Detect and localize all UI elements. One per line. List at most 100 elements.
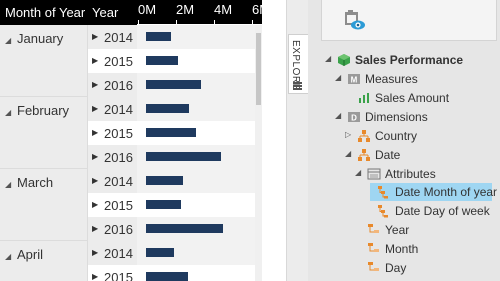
year-label: 2015: [104, 54, 133, 69]
sales-bar[interactable]: [146, 32, 171, 41]
axis-tick: [176, 20, 177, 24]
expand-triangle-icon[interactable]: ▶: [92, 272, 98, 281]
bar-axis: 0M 2M 4M 6M: [137, 0, 262, 25]
year-column-header[interactable]: Year: [92, 5, 118, 20]
tree-item-label: Year: [385, 223, 410, 237]
expand-triangle-icon[interactable]: ▶: [92, 56, 98, 65]
year-label: 2015: [104, 198, 133, 213]
bar-cell: [137, 241, 262, 265]
sales-bar[interactable]: [146, 128, 196, 137]
collapse-triangle-icon[interactable]: ◢: [5, 180, 11, 189]
sales-bar[interactable]: [146, 104, 189, 113]
sales-bar[interactable]: [146, 152, 221, 161]
axis-tick: [252, 20, 253, 24]
expand-triangle-icon[interactable]: ▶: [92, 224, 98, 233]
bar-cell: [137, 193, 262, 217]
hierarchy-icon: [357, 129, 371, 143]
year-row-header[interactable]: ▶ 2014: [87, 169, 137, 193]
hierarchy-icon: [357, 148, 371, 162]
bar-cell: [137, 25, 262, 49]
tree-item-label: Day: [385, 261, 407, 275]
year-row-header[interactable]: ▶ 2014: [87, 241, 137, 265]
expand-triangle-icon[interactable]: ▶: [92, 200, 98, 209]
year-label: 2014: [104, 102, 133, 117]
dimensions-folder-icon: D: [347, 110, 361, 124]
year-label: 2016: [104, 150, 133, 165]
axis-tick: [214, 20, 215, 24]
collapse-triangle-icon[interactable]: ◢: [5, 36, 11, 45]
tree-item-label: Date Month of year: [395, 185, 498, 199]
bar-cell: [137, 169, 262, 193]
tree-item-label: Sales Amount: [375, 91, 450, 105]
level-icon: [367, 261, 381, 275]
level-icon: [367, 223, 381, 237]
collapse-triangle-icon[interactable]: ◢: [5, 252, 11, 261]
month-row-header[interactable]: ◢ February: [0, 97, 87, 169]
sales-bar[interactable]: [146, 272, 188, 281]
year-row: ▶ 2015: [87, 193, 262, 217]
grip-icon: [293, 82, 302, 90]
collapse-triangle-icon[interactable]: ◢: [335, 73, 341, 82]
year-row-header[interactable]: ▶ 2015: [87, 121, 137, 145]
measure-icon: [357, 91, 371, 105]
visualization-drop-zone[interactable]: [321, 0, 497, 41]
axis-tick-label: 0M: [138, 2, 157, 17]
year-row-header[interactable]: ▶ 2014: [87, 97, 137, 121]
month-of-year-column-header[interactable]: Month of Year: [5, 5, 85, 20]
sales-bar[interactable]: [146, 200, 181, 209]
month-row-header[interactable]: ◢ March: [0, 169, 87, 241]
sales-bar[interactable]: [146, 248, 174, 257]
collapse-triangle-icon[interactable]: ◢: [355, 168, 361, 177]
year-row: ▶ 2015: [87, 265, 262, 281]
year-row-header[interactable]: ▶ 2014: [87, 25, 137, 49]
sales-bar[interactable]: [146, 224, 223, 233]
year-label: 2014: [104, 30, 133, 45]
tree-item-label: Dimensions: [365, 110, 428, 124]
year-row-header[interactable]: ▶ 2015: [87, 265, 137, 281]
axis-tick-label: 2M: [176, 2, 195, 17]
splitter-gap: [262, 0, 286, 281]
pivot-grid: Month of Year Year 0M 2M 4M 6M ◢ January ▶ 201…: [0, 0, 262, 281]
year-row: ▶ 2014: [87, 241, 262, 265]
year-row-header[interactable]: ▶ 2016: [87, 145, 137, 169]
year-row-header[interactable]: ▶ 2015: [87, 193, 137, 217]
axis-tick: [138, 20, 139, 24]
view-settings-icon[interactable]: [344, 10, 366, 32]
sales-bar[interactable]: [146, 56, 178, 65]
collapse-triangle-icon[interactable]: ◢: [345, 149, 351, 158]
bar-cell: [137, 265, 262, 281]
year-label: 2015: [104, 270, 133, 281]
collapse-triangle-icon[interactable]: ◢: [335, 111, 341, 120]
expand-triangle-icon[interactable]: ▶: [92, 128, 98, 137]
expand-triangle-icon[interactable]: ▶: [92, 152, 98, 161]
axis-tick-label: 4M: [214, 2, 233, 17]
bar-cell: [137, 97, 262, 121]
expand-triangle-icon[interactable]: ▶: [92, 248, 98, 257]
grid-header: Month of Year Year 0M 2M 4M 6M: [0, 0, 262, 25]
year-row: ▶ 2014: [87, 25, 262, 49]
sales-bar[interactable]: [146, 80, 201, 89]
year-label: 2016: [104, 78, 133, 93]
expand-triangle-icon[interactable]: ▶: [92, 32, 98, 41]
axis-tick-label: 6M: [252, 2, 262, 17]
year-row-header[interactable]: ▶ 2015: [87, 49, 137, 73]
bar-cell: [137, 145, 262, 169]
year-row-header[interactable]: ▶ 2016: [87, 217, 137, 241]
sales-bar[interactable]: [146, 176, 183, 185]
expand-triangle-icon[interactable]: ▷: [345, 130, 351, 139]
collapse-triangle-icon[interactable]: ◢: [5, 108, 11, 117]
month-row-header[interactable]: ◢ January: [0, 25, 87, 97]
month-row-header[interactable]: ◢ April: [0, 241, 87, 281]
year-label: 2014: [104, 174, 133, 189]
expand-triangle-icon[interactable]: ▶: [92, 104, 98, 113]
expand-triangle-icon[interactable]: ▶: [92, 80, 98, 89]
collapse-triangle-icon[interactable]: ◢: [325, 54, 331, 63]
expand-triangle-icon[interactable]: ▶: [92, 176, 98, 185]
year-row-header[interactable]: ▶ 2016: [87, 73, 137, 97]
year-row: ▶ 2015: [87, 121, 262, 145]
level-icon: [367, 242, 381, 256]
attribute-hierarchy-icon: [377, 185, 391, 199]
grid-scrollbar-thumb[interactable]: [256, 33, 261, 105]
tree-item-label: Sales Performance: [355, 53, 464, 67]
year-row: ▶ 2014: [87, 97, 262, 121]
